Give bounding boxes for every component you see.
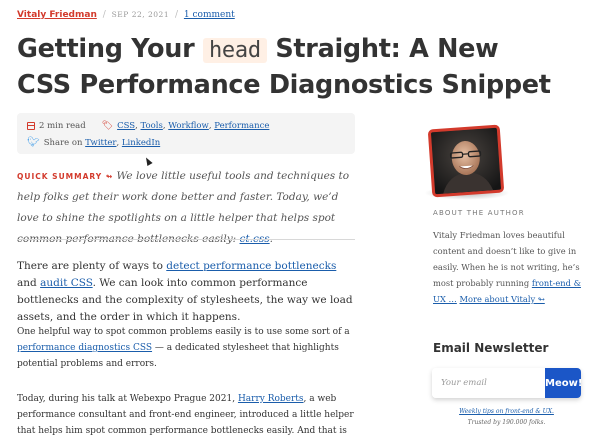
author-link[interactable]: Vitaly Friedman (17, 10, 97, 20)
share-linkedin-link[interactable]: LinkedIn (122, 138, 160, 148)
byline: Vitaly Friedman / Sep 22, 2021 / 1 comme… (17, 10, 235, 20)
paragraph-text: One helpful way to spot common problems … (17, 327, 350, 337)
tag-css[interactable]: CSS (117, 121, 135, 131)
article-title: Getting Your head Straight: A New CSS Pe… (17, 32, 557, 103)
paragraph-text: and (17, 277, 37, 289)
audit-css-link[interactable]: audit CSS (40, 277, 93, 289)
tag-performance[interactable]: Performance (214, 121, 269, 131)
paragraph-text: There are plenty of ways to (17, 260, 163, 272)
twitter-icon: 🐦︎ (27, 137, 40, 148)
paragraph-text: Today, during his talk at Webexpo Prague… (17, 394, 236, 404)
quick-summary-text: We love little useful tools and techniqu… (17, 170, 350, 245)
harry-roberts-link[interactable]: Harry Roberts (238, 394, 304, 404)
share-twitter-link[interactable]: Twitter (85, 138, 116, 148)
article-paragraph-1: There are plenty of ways to detect perfo… (17, 258, 357, 326)
author-avatar[interactable] (427, 124, 505, 198)
mouse-cursor-icon (143, 156, 153, 166)
article-meta-box: 2 min read 🏷︎ CSS, Tools, Workflow, Perf… (17, 113, 355, 154)
quick-summary: Quick summary ↬ We love little useful to… (17, 166, 355, 250)
weekly-tips-link[interactable]: Weekly tips on front-end & UX. (459, 408, 554, 415)
calendar-icon (27, 122, 35, 130)
about-author-text: Vitaly Friedman loves beautiful content … (433, 227, 583, 307)
performance-diagnostics-css-link[interactable]: performance diagnostics CSS (17, 343, 152, 353)
subscribe-button[interactable]: Meow! (545, 368, 581, 398)
quick-summary-label: Quick summary ↬ (17, 172, 114, 181)
byline-separator: / (102, 10, 106, 20)
email-input[interactable] (432, 368, 545, 398)
newsletter-form: Meow! (432, 368, 581, 398)
comments-link[interactable]: 1 comment (184, 10, 235, 20)
detect-bottlenecks-link[interactable]: detect performance bottlenecks (166, 260, 336, 272)
tag-workflow[interactable]: Workflow (168, 121, 209, 131)
tag-tools[interactable]: Tools (141, 121, 163, 131)
publish-date: Sep 22, 2021 (111, 10, 170, 19)
tag-icon: 🏷︎ (101, 121, 114, 131)
meta-row-readtime-tags: 2 min read 🏷︎ CSS, Tools, Workflow, Perf… (27, 121, 269, 131)
article-paragraph-3: Today, during his talk at Webexpo Prague… (17, 391, 357, 440)
more-about-vitaly-link[interactable]: More about Vitaly ↬ (459, 294, 544, 304)
author-photo (430, 127, 502, 195)
read-time: 2 min read (39, 121, 86, 131)
summary-divider (17, 239, 355, 240)
meta-row-share: 🐦︎ Share on Twitter, LinkedIn (27, 137, 160, 148)
about-author-heading: About The Author (433, 209, 525, 217)
article-paragraph-2: One helpful way to spot common problems … (17, 324, 357, 372)
share-label: Share on (43, 137, 83, 148)
newsletter-subtext: Weekly tips on front-end & UX. Trusted b… (432, 406, 581, 428)
trusted-by-text: Trusted by 190.000 folks. (467, 419, 546, 426)
title-code: head (202, 38, 267, 63)
title-text-1: Getting Your (17, 34, 195, 64)
byline-separator: / (174, 10, 179, 20)
newsletter-heading: Email Newsletter (433, 341, 549, 355)
